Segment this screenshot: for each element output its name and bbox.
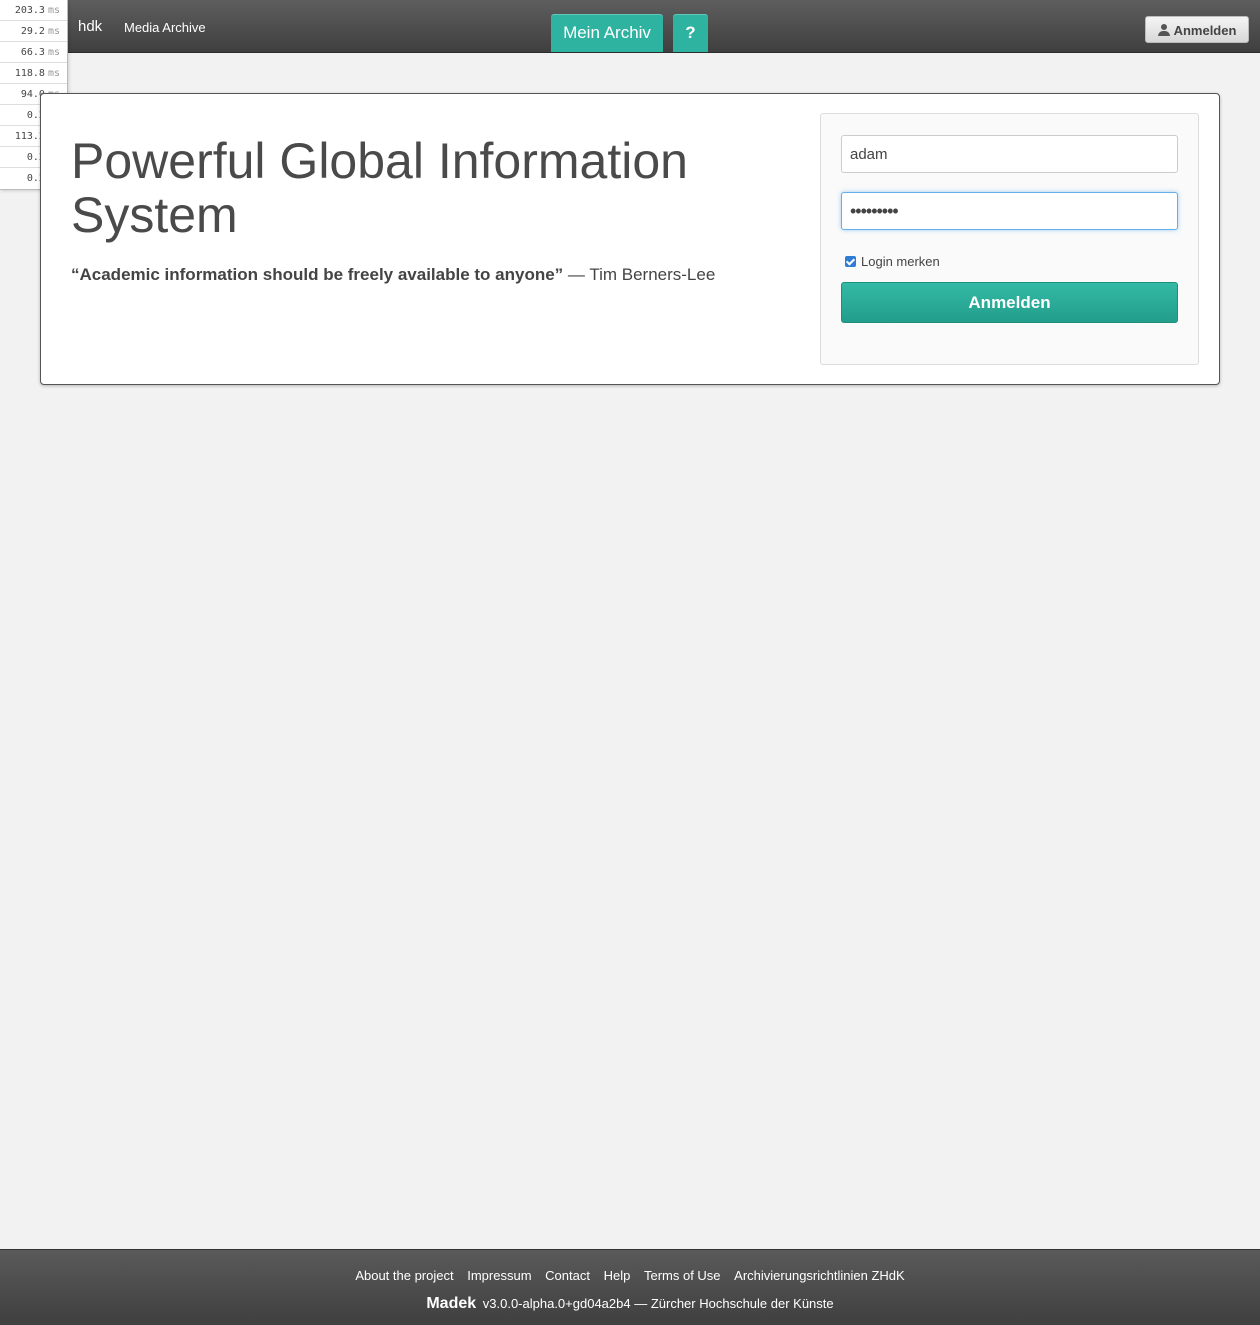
footer-link-about[interactable]: About the project xyxy=(355,1268,453,1283)
footer-product-name: Madek xyxy=(426,1295,477,1312)
header-login-button[interactable]: Anmelden xyxy=(1145,16,1249,43)
remember-login-checkbox[interactable]: Login merken xyxy=(845,254,940,269)
password-field[interactable] xyxy=(841,192,1178,230)
footer-link-archive-guidelines[interactable]: Archivierungsrichtlinien ZHdK xyxy=(734,1268,905,1283)
timing-row: 66.3 ms xyxy=(0,42,67,63)
welcome-card: Powerful Global Information System “Acad… xyxy=(40,93,1220,385)
remember-login-label: Login merken xyxy=(861,254,940,269)
site-title-link[interactable]: Media Archive xyxy=(124,20,206,35)
timing-row: 29.2 ms xyxy=(0,21,67,42)
login-submit-button[interactable]: Anmelden xyxy=(841,282,1178,323)
footer-link-impressum[interactable]: Impressum xyxy=(467,1268,531,1283)
footer-link-terms[interactable]: Terms of Use xyxy=(644,1268,721,1283)
tab-my-archive[interactable]: Mein Archiv xyxy=(551,14,663,52)
hero-quote: “Academic information should be freely a… xyxy=(71,265,715,285)
footer-version-line: Madek v3.0.0-alpha.0+gd04a2b4 — Zürcher … xyxy=(0,1295,1260,1313)
page-title: Powerful Global Information System xyxy=(71,133,688,243)
username-field[interactable] xyxy=(841,135,1178,173)
user-icon xyxy=(1157,24,1170,36)
footer-link-contact[interactable]: Contact xyxy=(545,1268,590,1283)
header-login-label: Anmelden xyxy=(1173,23,1237,38)
footer-version: v3.0.0-alpha.0+gd04a2b4 — Zürcher Hochsc… xyxy=(482,1296,834,1311)
quote-text: “Academic information should be freely a… xyxy=(71,265,564,284)
login-form: Login merken Anmelden xyxy=(820,113,1199,365)
tab-help[interactable]: ? xyxy=(673,14,708,52)
quote-author: — Tim Berners-Lee xyxy=(563,265,716,284)
footer-link-help[interactable]: Help xyxy=(604,1268,631,1283)
timing-row: 203.3 ms xyxy=(0,0,67,21)
checkbox-checked-icon xyxy=(845,256,856,267)
footer-links: About the project Impressum Contact Help… xyxy=(0,1268,1260,1283)
top-navbar: hdk Media Archive Mein Archiv ? Anmelden xyxy=(0,0,1260,53)
footer: About the project Impressum Contact Help… xyxy=(0,1249,1260,1325)
timing-row: 118.8 ms xyxy=(0,63,67,84)
brand-link[interactable]: hdk xyxy=(78,18,102,35)
